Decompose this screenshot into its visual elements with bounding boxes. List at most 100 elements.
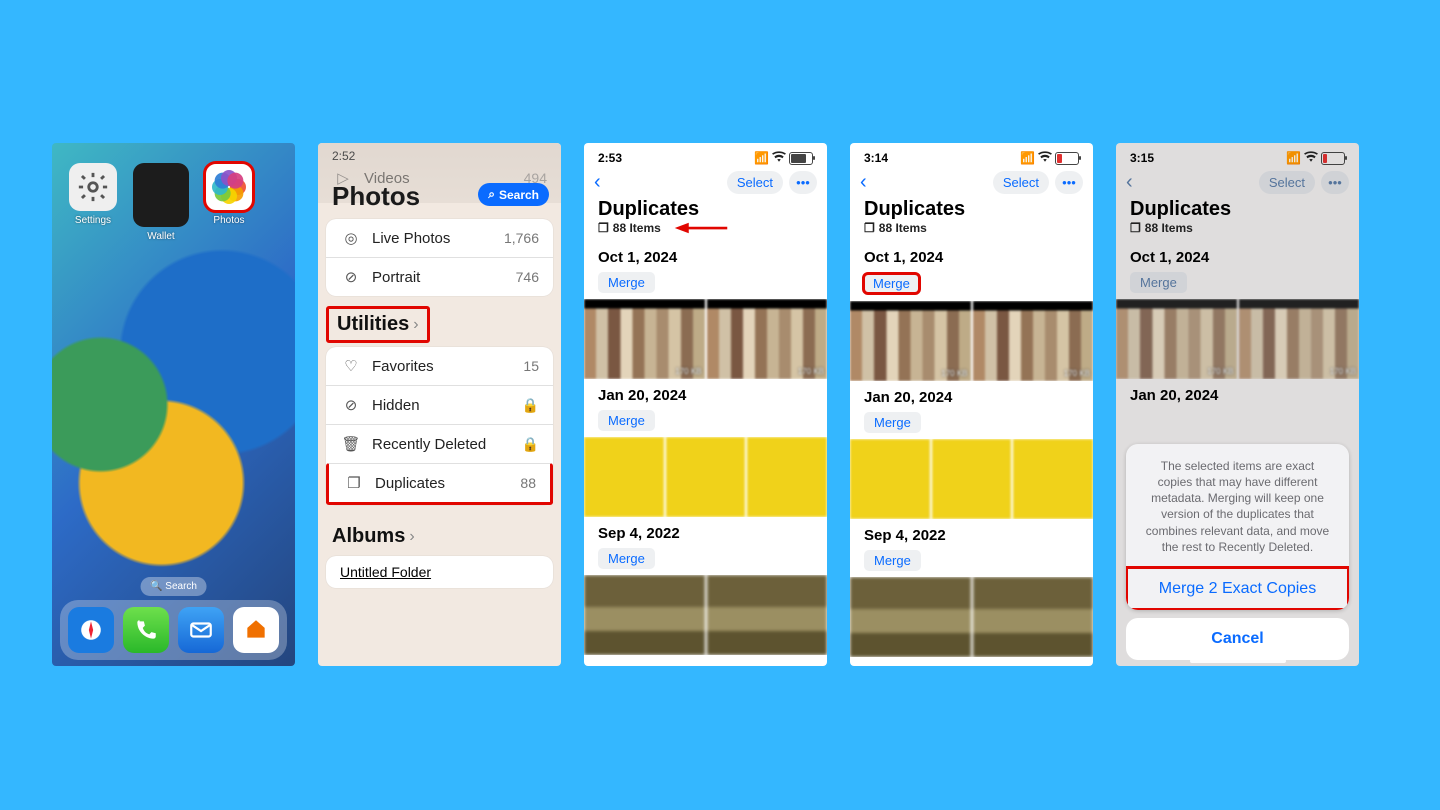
app-settings[interactable]: Settings xyxy=(64,163,122,242)
section-label: Utilities xyxy=(337,313,409,336)
live-photos-icon: ◎ xyxy=(340,229,362,247)
merge-button[interactable]: Merge xyxy=(864,412,921,433)
app-photos[interactable]: Photos xyxy=(200,163,258,242)
row-label: Favorites xyxy=(372,358,434,375)
row-count: 1,766 xyxy=(504,230,539,246)
album-scroll[interactable]: ◎ Live Photos 1,766 ⊘ Portrait 746 Utili… xyxy=(318,211,561,592)
select-button[interactable]: Select xyxy=(727,171,783,194)
thumbnail[interactable] xyxy=(850,577,971,657)
status-icons: 📶 xyxy=(754,151,813,165)
merge-button[interactable]: Merge xyxy=(864,550,921,571)
page-title: Duplicates xyxy=(584,198,827,221)
row-label: Untitled Folder xyxy=(340,564,431,580)
date-header: Oct 1, 2024 xyxy=(584,241,827,268)
row-hidden[interactable]: ⊘ Hidden 🔒 xyxy=(326,385,553,424)
item-count: 88 Items xyxy=(879,221,927,235)
row-count: 15 xyxy=(523,358,539,374)
safari-icon[interactable] xyxy=(68,607,114,653)
statusbar-time: 2:52 xyxy=(318,143,561,169)
trash-icon: 🗑 xyxy=(340,435,362,453)
page-title: Duplicates xyxy=(850,198,1093,221)
thumbnail[interactable] xyxy=(747,437,827,517)
date-header: Oct 1, 2024 xyxy=(850,241,1093,268)
date-header: Sep 4, 2022 xyxy=(850,519,1093,546)
page-title: Photos xyxy=(332,181,420,212)
battery-icon xyxy=(1055,152,1079,165)
duplicates-icon: ❐ xyxy=(343,474,365,492)
screen-duplicates-5: 3:15 📶 ‹ Select ••• Duplicates ❐ 88 Item… xyxy=(1116,143,1359,666)
merge-button[interactable]: Merge xyxy=(598,410,655,431)
status-icons: 📶 xyxy=(1020,151,1079,165)
app-wallet[interactable]: Wallet xyxy=(132,163,190,242)
app-label: Photos xyxy=(213,215,244,226)
thumbnail[interactable]: 170 KB xyxy=(850,301,971,381)
back-button[interactable]: ‹ xyxy=(594,171,601,194)
folder-untitled[interactable]: Untitled Folder xyxy=(326,556,553,588)
row-favorites[interactable]: ♡ Favorites 15 xyxy=(326,347,553,385)
filesize: 170 KB xyxy=(798,367,824,376)
home-search-label: Search xyxy=(165,581,197,592)
filesize: 170 KB xyxy=(1064,369,1090,378)
thumbnail[interactable] xyxy=(932,439,1012,519)
thumbnail[interactable] xyxy=(666,437,746,517)
row-label: Recently Deleted xyxy=(372,436,486,453)
hidden-icon: ⊘ xyxy=(340,396,362,414)
row-label: Live Photos xyxy=(372,230,450,247)
wifi-icon xyxy=(1038,151,1052,165)
lock-icon: 🔒 xyxy=(522,397,539,414)
filesize: 170 KB xyxy=(941,369,967,378)
phone-icon[interactable] xyxy=(123,607,169,653)
cancel-button[interactable]: Cancel xyxy=(1126,618,1349,660)
screen-photos-albums: 2:52 ▷ Videos 494 Photos ⌕ Search ◎ Live… xyxy=(318,143,561,666)
more-button[interactable]: ••• xyxy=(789,171,817,194)
thumbnail[interactable]: 170 KB xyxy=(973,301,1094,381)
dock xyxy=(60,600,287,660)
thumbnail[interactable]: 170 KB xyxy=(707,299,828,379)
search-button[interactable]: ⌕ Search xyxy=(478,183,549,206)
statusbar-time: 2:53 xyxy=(598,151,622,165)
battery-icon xyxy=(789,152,813,165)
stack-icon: ❐ xyxy=(598,221,609,235)
thumbnail[interactable] xyxy=(584,437,664,517)
select-button[interactable]: Select xyxy=(993,171,1049,194)
item-count: 88 Items xyxy=(613,221,661,235)
merge-button[interactable]: Merge xyxy=(598,548,655,569)
merge-button[interactable]: Merge xyxy=(598,272,655,293)
row-duplicates[interactable]: ❐ Duplicates 88 xyxy=(326,463,553,505)
date-header: Jan 20, 2024 xyxy=(584,379,827,406)
thumbnail[interactable]: 170 KB xyxy=(584,299,705,379)
lock-icon: 🔒 xyxy=(522,436,539,453)
row-live-photos[interactable]: ◎ Live Photos 1,766 xyxy=(326,219,553,257)
app-label: Wallet xyxy=(147,231,174,242)
more-button[interactable]: ••• xyxy=(1055,171,1083,194)
heart-icon: ♡ xyxy=(340,357,362,375)
photos-icon xyxy=(205,163,253,211)
wifi-icon xyxy=(772,151,786,165)
row-portrait[interactable]: ⊘ Portrait 746 xyxy=(326,257,553,296)
thumbnail[interactable] xyxy=(850,439,930,519)
thumbnail[interactable] xyxy=(1013,439,1093,519)
home-app-icon[interactable] xyxy=(233,607,279,653)
section-label: Albums xyxy=(332,525,405,548)
screen-duplicates-4: 3:14 📶 ‹ Select ••• Duplicates ❐ 88 Item… xyxy=(850,143,1093,666)
merge-button[interactable]: Merge xyxy=(862,272,921,295)
row-count: 746 xyxy=(516,269,539,285)
thumbnail[interactable] xyxy=(584,575,705,655)
albums-header[interactable]: Albums › xyxy=(318,515,561,552)
utilities-header[interactable]: Utilities › xyxy=(326,306,430,343)
home-icon-row: Settings Wallet Photos xyxy=(52,143,295,242)
row-label: Hidden xyxy=(372,397,420,414)
stack-icon: ❐ xyxy=(864,221,875,235)
thumbnail[interactable] xyxy=(707,575,828,655)
home-search-pill[interactable]: 🔍 Search xyxy=(140,577,207,596)
action-sheet: The selected items are exact copies that… xyxy=(1126,444,1349,660)
row-recently-deleted[interactable]: 🗑 Recently Deleted 🔒 xyxy=(326,424,553,463)
home-indicator[interactable] xyxy=(1190,659,1286,663)
screen-duplicates-3: 2:53 📶 ‹ Select ••• Duplicates ❐ 88 Item… xyxy=(584,143,827,666)
screen-home: Settings Wallet Photos 🔍 Search xyxy=(52,143,295,666)
back-button[interactable]: ‹ xyxy=(860,171,867,194)
date-header: Sep 4, 2022 xyxy=(584,517,827,544)
merge-copies-button[interactable]: Merge 2 Exact Copies xyxy=(1126,567,1349,610)
thumbnail[interactable] xyxy=(973,577,1094,657)
mail-icon[interactable] xyxy=(178,607,224,653)
